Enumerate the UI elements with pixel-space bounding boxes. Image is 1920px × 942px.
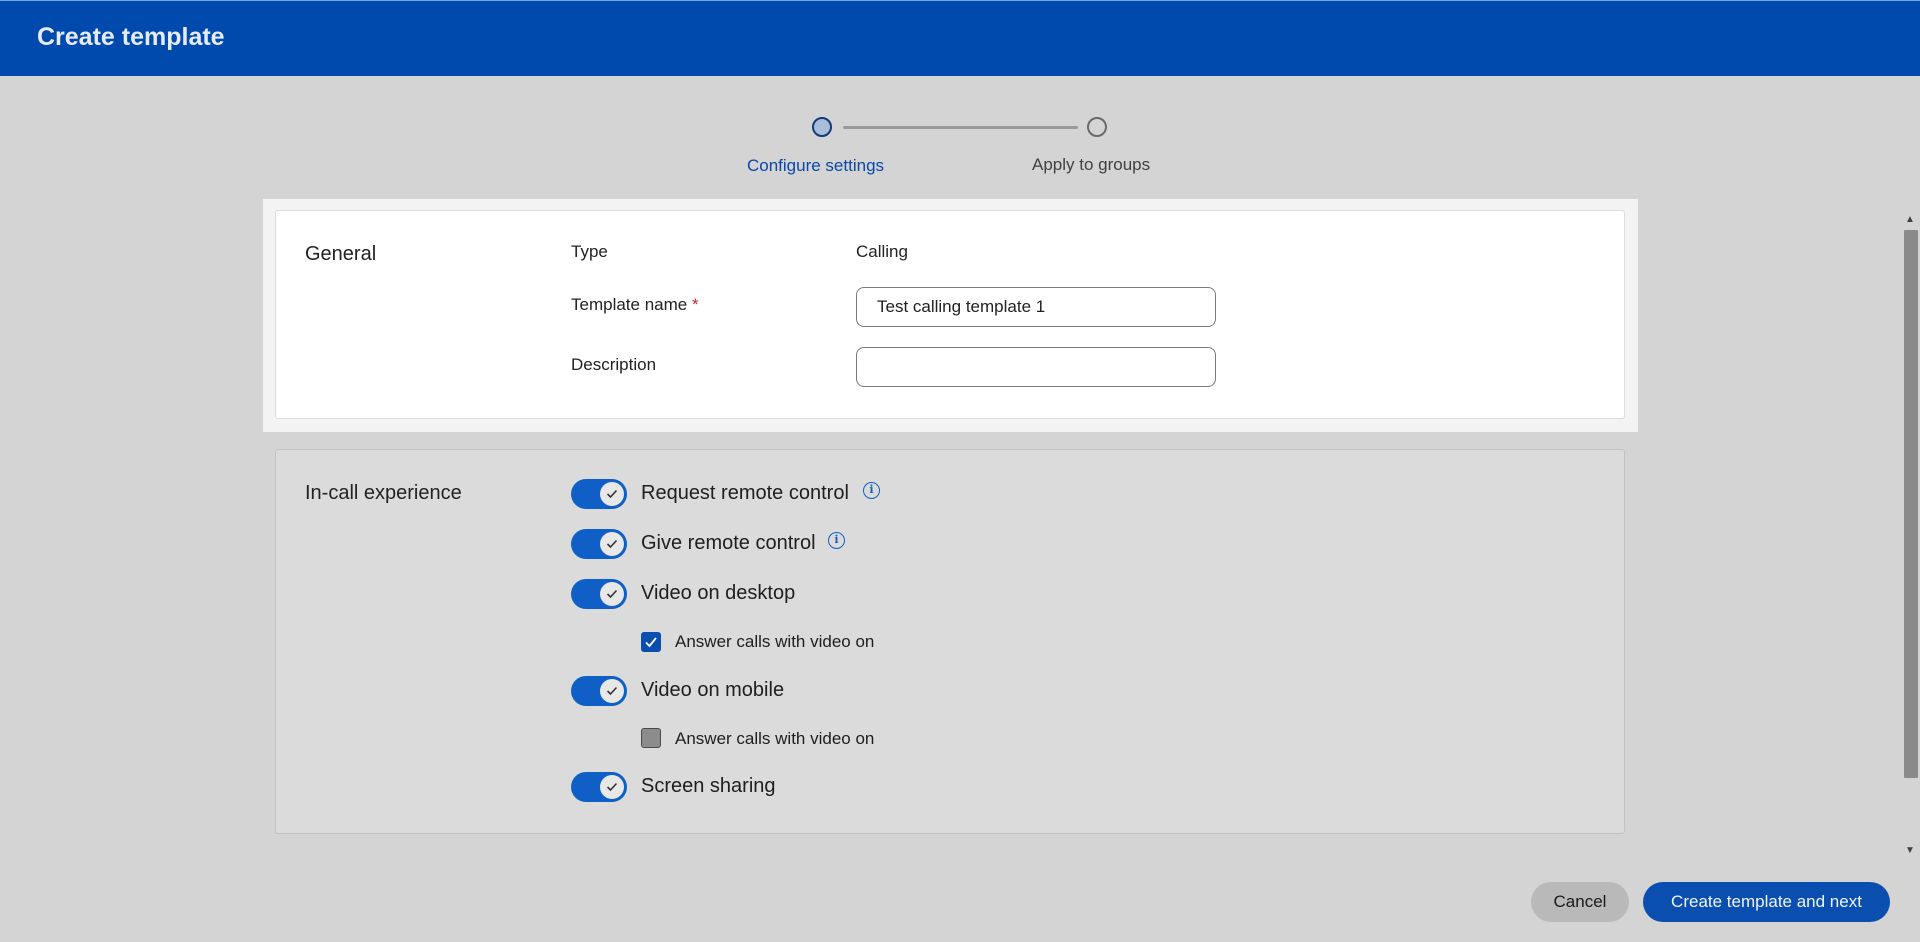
stepper-progress-line	[843, 126, 1078, 129]
give-remote-control-label: Give remote control	[641, 532, 816, 554]
screen-sharing-label: Screen sharing	[641, 775, 776, 797]
description-input[interactable]	[856, 347, 1216, 387]
info-icon[interactable]: i	[828, 532, 845, 549]
toggle-knob	[600, 775, 624, 799]
in-call-section-title: In-call experience	[305, 482, 462, 504]
toggle-knob	[600, 532, 624, 556]
template-name-input[interactable]	[856, 287, 1216, 327]
video-on-desktop-label: Video on desktop	[641, 582, 796, 604]
toggle-knob	[600, 679, 624, 703]
check-icon	[606, 686, 618, 696]
screen-sharing-toggle[interactable]	[571, 772, 627, 802]
check-icon	[606, 589, 618, 599]
create-template-and-next-button[interactable]: Create template and next	[1643, 882, 1890, 922]
step-label-configure-settings: Configure settings	[747, 156, 885, 175]
video-on-desktop-toggle[interactable]	[571, 579, 627, 609]
type-value: Calling	[856, 242, 908, 261]
description-label: Description	[571, 355, 657, 374]
toggle-knob	[600, 582, 624, 606]
mobile-answer-video-label: Answer calls with video on	[675, 729, 875, 748]
template-name-label: Template name *	[571, 295, 699, 315]
step-dot-apply-to-groups	[1087, 117, 1107, 137]
scroll-up-arrow-icon[interactable]: ▲	[1903, 214, 1917, 226]
toggle-knob	[600, 482, 624, 506]
template-name-label-text: Template name	[571, 295, 688, 314]
general-section-title: General	[305, 243, 377, 265]
video-on-mobile-label: Video on mobile	[641, 679, 785, 701]
desktop-answer-video-checkbox[interactable]	[641, 632, 661, 652]
video-on-mobile-toggle[interactable]	[571, 676, 627, 706]
request-remote-control-label: Request remote control	[641, 482, 849, 504]
check-icon	[606, 489, 618, 499]
required-marker: *	[691, 295, 699, 314]
general-section: General Type Calling Template name * Des…	[275, 210, 1625, 419]
request-remote-control-toggle[interactable]	[571, 479, 627, 509]
step-dot-configure-settings	[812, 117, 832, 137]
give-remote-control-toggle[interactable]	[571, 529, 627, 559]
info-icon[interactable]: i	[863, 482, 880, 499]
in-call-experience-section: In-call experience Request remote contro…	[275, 449, 1625, 834]
check-icon	[645, 637, 657, 648]
desktop-answer-video-label: Answer calls with video on	[675, 632, 875, 651]
step-label-apply-to-groups: Apply to groups	[1032, 155, 1151, 174]
page-title: Create template	[37, 23, 225, 51]
cancel-button[interactable]: Cancel	[1531, 882, 1629, 922]
page-header: Create template	[0, 0, 1920, 76]
scrollbar-thumb[interactable]	[1904, 230, 1918, 778]
type-label: Type	[571, 242, 608, 261]
check-icon	[606, 539, 618, 549]
scroll-down-arrow-icon[interactable]: ▼	[1903, 845, 1917, 857]
mobile-answer-video-checkbox[interactable]	[641, 728, 661, 748]
check-icon	[606, 782, 618, 792]
